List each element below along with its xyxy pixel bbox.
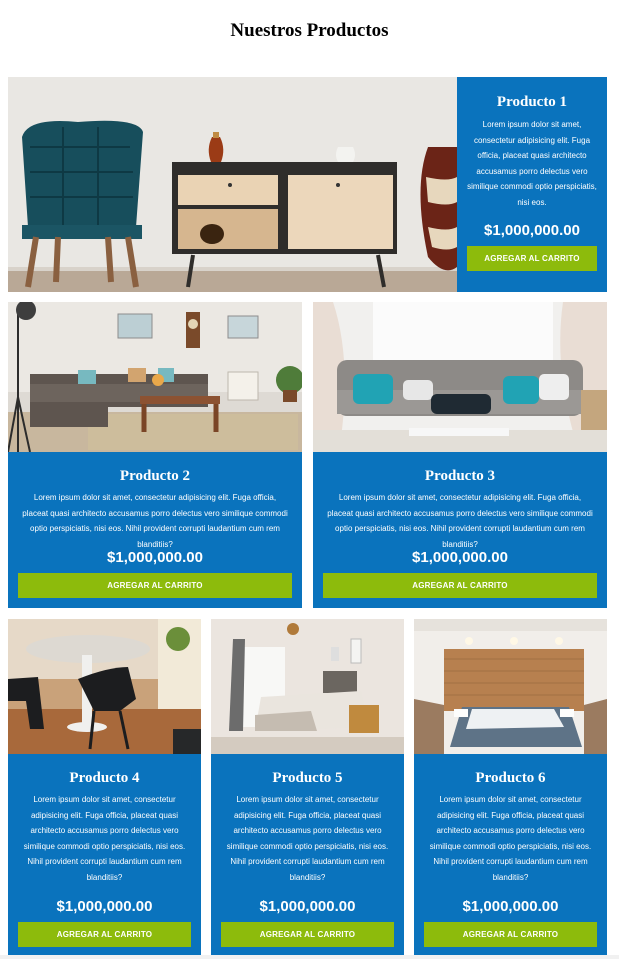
product-image-6 <box>414 619 607 754</box>
product-price: $1,000,000.00 <box>259 898 356 915</box>
product-card-4: Producto 4 Lorem ipsum dolor sit amet, c… <box>8 619 201 955</box>
add-to-cart-button-2[interactable]: AGREGAR AL CARRITO <box>18 573 292 598</box>
product-price: $1,000,000.00 <box>484 222 580 239</box>
product-name: Producto 5 <box>272 770 343 786</box>
product-description: Lorem ipsum dolor sit amet, consectetur … <box>226 795 389 882</box>
product-image-4 <box>8 619 201 754</box>
product-name: Producto 4 <box>69 770 140 786</box>
product-name: Producto 3 <box>424 468 496 484</box>
product-name: Producto 6 <box>475 770 546 786</box>
product-price: $1,000,000.00 <box>56 898 153 915</box>
product-name: Producto 2 <box>119 468 191 484</box>
product-price: $1,000,000.00 <box>412 549 508 566</box>
product-name: Producto 1 <box>496 94 568 110</box>
product-info-2: Producto 2 Lorem ipsum dolor sit amet, c… <box>8 452 302 608</box>
page-title: Nuestros Productos <box>230 20 389 41</box>
add-to-cart-button-4[interactable]: AGREGAR AL CARRITO <box>18 922 191 947</box>
product-price: $1,000,000.00 <box>107 549 203 566</box>
page-bottom-edge <box>0 955 619 959</box>
product-image-5 <box>211 619 404 754</box>
product-description: Lorem ipsum dolor sit amet, consectetur … <box>429 795 592 882</box>
product-card-6: Producto 6 Lorem ipsum dolor sit amet, c… <box>414 619 607 955</box>
add-to-cart-button-6[interactable]: AGREGAR AL CARRITO <box>424 922 597 947</box>
add-to-cart-button-1[interactable]: AGREGAR AL CARRITO <box>467 246 597 271</box>
product-info-1: Producto 1 Lorem ipsum dolor sit amet, c… <box>457 77 607 292</box>
product-price: $1,000,000.00 <box>462 898 559 915</box>
add-to-cart-button-3[interactable]: AGREGAR AL CARRITO <box>323 573 597 598</box>
product-image-2 <box>8 302 302 452</box>
product-card-3: Producto 3 Lorem ipsum dolor sit amet, c… <box>313 302 607 608</box>
product-card-5: Producto 5 Lorem ipsum dolor sit amet, c… <box>211 619 404 955</box>
product-image-1 <box>8 77 457 292</box>
product-image-3 <box>313 302 607 452</box>
product-info-6: Producto 6 Lorem ipsum dolor sit amet, c… <box>414 754 607 955</box>
product-description: Lorem ipsum dolor sit amet, consectetur … <box>327 493 593 549</box>
product-info-5: Producto 5 Lorem ipsum dolor sit amet, c… <box>211 754 404 955</box>
product-description: Lorem ipsum dolor sit amet, consectetur … <box>467 120 597 207</box>
product-description: Lorem ipsum dolor sit amet, consectetur … <box>23 795 186 882</box>
product-card-1: Producto 1 Lorem ipsum dolor sit amet, c… <box>8 77 607 292</box>
product-card-2: Producto 2 Lorem ipsum dolor sit amet, c… <box>8 302 302 608</box>
product-description: Lorem ipsum dolor sit amet, consectetur … <box>22 493 288 549</box>
add-to-cart-button-5[interactable]: AGREGAR AL CARRITO <box>221 922 394 947</box>
product-info-4: Producto 4 Lorem ipsum dolor sit amet, c… <box>8 754 201 955</box>
product-info-3: Producto 3 Lorem ipsum dolor sit amet, c… <box>313 452 607 608</box>
